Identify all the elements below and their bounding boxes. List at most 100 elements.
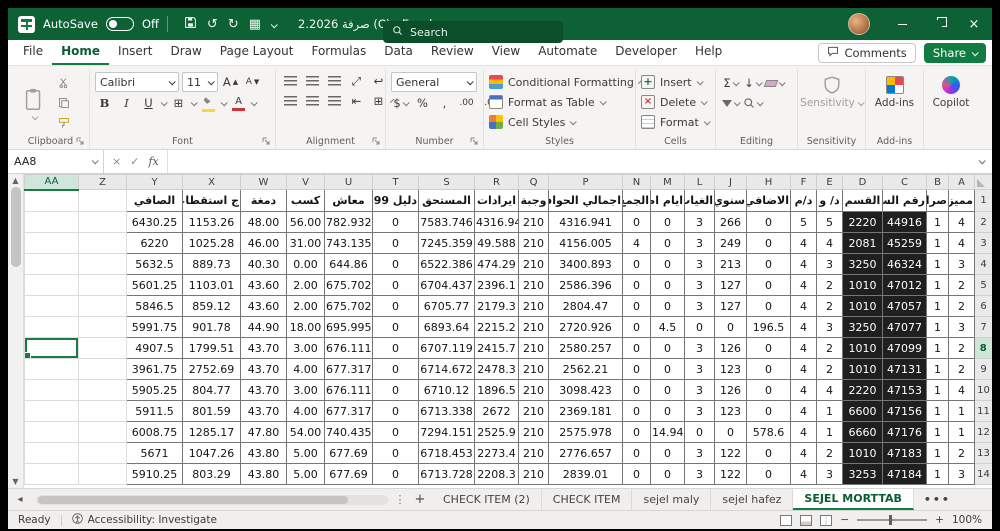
cell-W13[interactable]: 43.80 [241, 443, 287, 464]
cell-D11[interactable]: 6600 [843, 401, 883, 422]
cell-Y14[interactable]: 5910.25 [127, 464, 183, 485]
cell-AA5[interactable] [25, 275, 79, 296]
cell-R9[interactable]: 2478.3 [475, 359, 519, 380]
cell-Z8[interactable] [79, 338, 127, 359]
cell-M7[interactable]: 4.5 [651, 317, 685, 338]
cell-L13[interactable]: 3 [685, 443, 715, 464]
cell-W11[interactable]: 43.70 [241, 401, 287, 422]
cell-D1[interactable]: القسم [843, 190, 883, 212]
cell-P1[interactable]: اجمالي الحوافز [549, 190, 623, 212]
column-header-Y[interactable]: Y [127, 175, 183, 190]
cell-V12[interactable]: 54.00 [287, 422, 325, 443]
cell-R11[interactable]: 2672 [475, 401, 519, 422]
cell-Q10[interactable]: 210 [519, 380, 549, 401]
close-button[interactable]: × [956, 8, 992, 40]
cell-F5[interactable]: 4 [791, 275, 817, 296]
sensitivity-button[interactable]: Sensitivity [803, 72, 860, 109]
cell-N14[interactable]: 0 [623, 464, 651, 485]
cell-A14[interactable]: 3 [949, 464, 975, 485]
cell-M6[interactable]: 0 [651, 296, 685, 317]
cell-X12[interactable]: 1285.17 [183, 422, 241, 443]
cell-L2[interactable]: 3 [685, 212, 715, 233]
paste-button[interactable] [17, 84, 51, 120]
delete-cells-button[interactable]: × Delete [641, 92, 710, 112]
cell-P3[interactable]: 4156.005 [549, 233, 623, 254]
cell-U13[interactable]: 677.69 [325, 443, 373, 464]
cell-U7[interactable]: 695.995 [325, 317, 373, 338]
cell-V3[interactable]: 31.00 [287, 233, 325, 254]
cell-V2[interactable]: 56.00 [287, 212, 325, 233]
cell-Z6[interactable] [79, 296, 127, 317]
cell-A2[interactable]: 4 [949, 212, 975, 233]
align-bottom-icon[interactable] [325, 72, 344, 90]
cell-T11[interactable]: 0 [373, 401, 419, 422]
cell-AA10[interactable] [25, 380, 79, 401]
alignment-launcher-icon[interactable] [372, 137, 381, 146]
cell-R1[interactable]: ايرادات [475, 190, 519, 212]
cell-P9[interactable]: 2562.21 [549, 359, 623, 380]
cell-A12[interactable]: 1 [949, 422, 975, 443]
cell-N7[interactable]: 0 [623, 317, 651, 338]
cell-L11[interactable]: 3 [685, 401, 715, 422]
save-icon[interactable] [184, 16, 197, 32]
vertical-scrollbar[interactable]: ▲ ▼ [8, 174, 24, 488]
cell-E4[interactable]: 3 [817, 254, 843, 275]
cell-AA14[interactable] [25, 464, 79, 485]
add-ins-button[interactable]: Add-ins [871, 72, 918, 109]
cell-AA9[interactable] [25, 359, 79, 380]
sheet-tab-sejel-hafez[interactable]: sejel hafez [711, 489, 793, 510]
align-center-icon[interactable] [303, 92, 322, 110]
font-color-icon[interactable]: A [229, 94, 248, 112]
column-header-D[interactable]: D [843, 175, 883, 190]
cell-V4[interactable]: 0.00 [287, 254, 325, 275]
cell-L7[interactable]: 0 [685, 317, 715, 338]
cell-Z12[interactable] [79, 422, 127, 443]
cell-AA13[interactable] [25, 443, 79, 464]
cell-J4[interactable]: 213 [715, 254, 747, 275]
cell-W8[interactable]: 43.70 [241, 338, 287, 359]
cell-Q7[interactable]: 210 [519, 317, 549, 338]
cell-J8[interactable]: 126 [715, 338, 747, 359]
cell-B10[interactable]: 1 [927, 380, 949, 401]
cell-D8[interactable]: 1010 [843, 338, 883, 359]
cell-J5[interactable]: 127 [715, 275, 747, 296]
cell-L5[interactable]: 3 [685, 275, 715, 296]
comments-button[interactable]: Comments [818, 43, 915, 63]
cell-F13[interactable]: 4 [791, 443, 817, 464]
cell-X8[interactable]: 1799.51 [183, 338, 241, 359]
sheet-tab-sejel-maly[interactable]: sejel maly [632, 489, 711, 510]
cell-B3[interactable]: 1 [927, 233, 949, 254]
cell-W14[interactable]: 43.80 [241, 464, 287, 485]
cell-D14[interactable]: 3253 [843, 464, 883, 485]
cell-N12[interactable]: 0 [623, 422, 651, 443]
cell-X7[interactable]: 901.78 [183, 317, 241, 338]
cell-P6[interactable]: 2804.47 [549, 296, 623, 317]
cell-V6[interactable]: 2.00 [287, 296, 325, 317]
cell-L4[interactable]: 3 [685, 254, 715, 275]
cell-U3[interactable]: 743.135 [325, 233, 373, 254]
comma-style-icon[interactable]: , [435, 94, 454, 112]
align-left-icon[interactable] [281, 92, 300, 110]
column-header-B[interactable]: B [927, 175, 949, 190]
formula-input[interactable] [168, 150, 970, 173]
cell-X13[interactable]: 1047.26 [183, 443, 241, 464]
cell-S9[interactable]: 6714.672 [419, 359, 475, 380]
cell-Q11[interactable]: 210 [519, 401, 549, 422]
cell-C10[interactable]: 47153 [883, 380, 927, 401]
cell-D10[interactable]: 2220 [843, 380, 883, 401]
cell-H3[interactable]: 0 [747, 233, 791, 254]
cell-Y9[interactable]: 3961.75 [127, 359, 183, 380]
fill-color-icon[interactable] [199, 94, 218, 112]
cell-F9[interactable]: 4 [791, 359, 817, 380]
cell-T13[interactable]: 0 [373, 443, 419, 464]
cell-W7[interactable]: 44.90 [241, 317, 287, 338]
copilot-button[interactable]: Copilot [929, 72, 973, 109]
cell-T14[interactable]: 0 [373, 464, 419, 485]
cell-Z14[interactable] [79, 464, 127, 485]
cell-W5[interactable]: 43.60 [241, 275, 287, 296]
font-color-dropdown-icon[interactable] [251, 99, 258, 106]
cancel-icon[interactable]: × [112, 155, 121, 168]
cell-C13[interactable]: 47183 [883, 443, 927, 464]
column-header-Z[interactable]: Z [79, 175, 127, 190]
cell-T12[interactable]: 0 [373, 422, 419, 443]
